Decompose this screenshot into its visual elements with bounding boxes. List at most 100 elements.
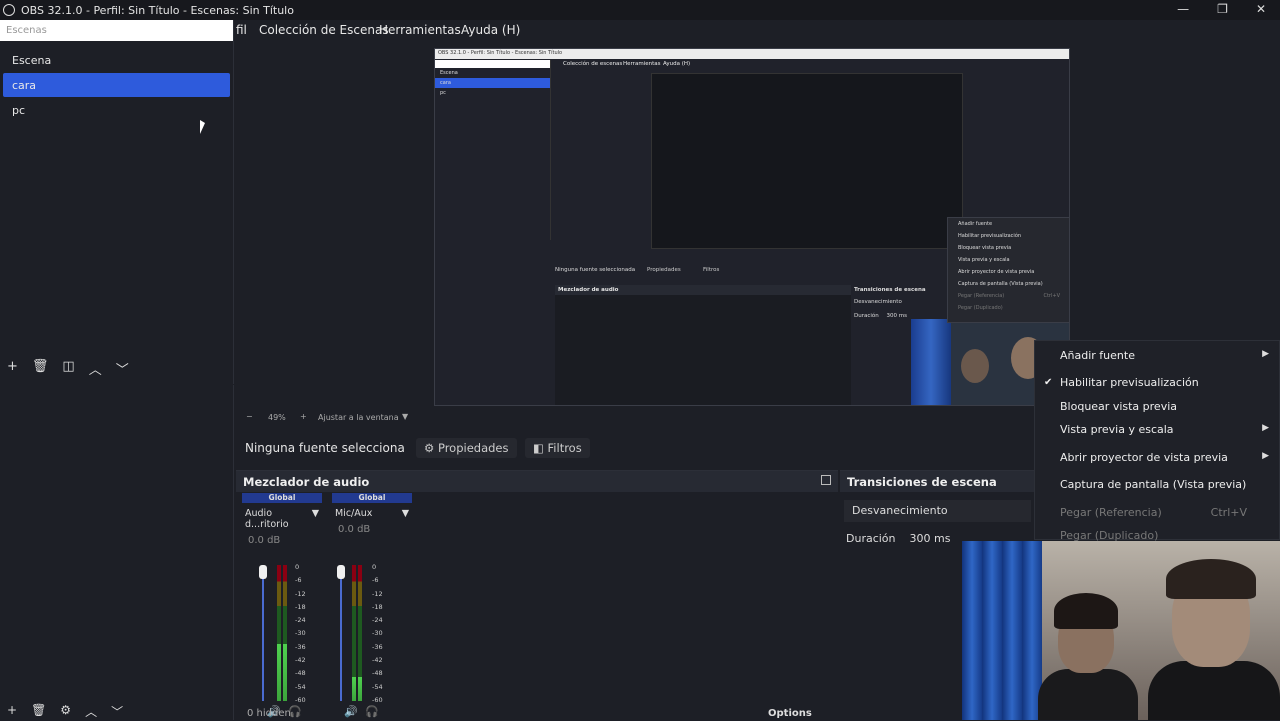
source-up-icon[interactable]: ︿ xyxy=(85,703,97,720)
zoom-fit-select[interactable]: Ajustar a la ventana xyxy=(318,413,399,422)
meter-scale-tick: -42 xyxy=(372,656,383,665)
checkmark-icon: ✔ xyxy=(1044,377,1053,388)
nested-menu-collection: Colección de escenas xyxy=(563,61,623,67)
menu-enable-preview[interactable]: Habilitar previsualización xyxy=(1060,376,1269,389)
menu-paste-reference[interactable]: Pegar (Referencia) Ctrl+V xyxy=(1060,506,1269,519)
source-toolbar-bar: Ninguna fuente selecciona ⚙ Propiedades … xyxy=(236,432,1036,464)
volume-slider[interactable] xyxy=(262,565,264,701)
nested-scene-cara: cara xyxy=(435,78,550,88)
duration-input[interactable]: 300 ms xyxy=(910,532,951,545)
obs-logo-icon xyxy=(3,4,15,16)
zoom-in-icon[interactable]: + xyxy=(300,412,307,421)
transitions-title: Transiciones de escena xyxy=(840,471,1035,492)
shortcut-label: Ctrl+V xyxy=(1210,506,1247,519)
mouse-cursor xyxy=(200,120,205,134)
source-down-icon[interactable]: ﹀ xyxy=(111,703,123,720)
nested-menu-tools: Herramientas xyxy=(623,61,661,67)
audio-mixer-dock: Mezclador de audio Global Audio d...rito… xyxy=(236,470,838,720)
preview-status-row: − 49% + Ajustar a la ventana ▼ xyxy=(236,410,1036,426)
source-settings-icon[interactable]: ⚙ xyxy=(60,703,71,720)
nested-menu-item: Abrir proyector de vista previa xyxy=(958,269,1035,275)
meter-scale-tick: -18 xyxy=(372,602,383,611)
nested-menu-item: Vista previa y escala xyxy=(958,257,1010,263)
preview-canvas[interactable]: OBS 32.1.0 - Perfil: Sin Título - Escena… xyxy=(434,48,1070,406)
volume-slider[interactable] xyxy=(340,565,342,701)
zoom-out-icon[interactable]: − xyxy=(246,412,253,421)
nested-menu-item: Bloquear vista previa xyxy=(958,245,1012,251)
global-badge: Global xyxy=(332,493,412,503)
volume-slider-handle[interactable] xyxy=(259,565,267,579)
meter-scale-tick: -12 xyxy=(295,589,306,598)
meter-scale: 0 -6 -12 -18 -24 -30 -36 -42 -48 -54 -60 xyxy=(372,561,383,707)
remove-source-icon[interactable]: 🗑 xyxy=(31,703,46,720)
meter-scale-tick: 0 xyxy=(295,563,300,571)
window-controls: — ❐ ✕ xyxy=(1177,2,1266,16)
meter-scale: 0 -6 -12 -18 -24 -30 -36 -42 -48 -54 -60 xyxy=(295,561,306,707)
maximize-icon[interactable]: ❐ xyxy=(1217,2,1228,16)
menu-preview-scaling[interactable]: Vista previa y escala ▶ xyxy=(1060,423,1269,436)
remove-scene-icon[interactable]: 🗑 xyxy=(32,359,49,378)
filter-icon: ◧ xyxy=(533,441,548,455)
menu-add-source[interactable]: Añadir fuente ▶ xyxy=(1060,349,1269,362)
add-source-icon[interactable]: + xyxy=(7,703,17,720)
options-button[interactable]: Options xyxy=(768,708,812,719)
scene-item-pc[interactable]: pc xyxy=(3,98,230,122)
nested-scene-pc: pc xyxy=(440,90,446,96)
minimize-icon[interactable]: — xyxy=(1177,2,1189,16)
move-up-icon[interactable]: ︿ xyxy=(89,359,102,378)
nested-filters: Filtros xyxy=(703,267,720,273)
mixer-title: Mezclador de audio xyxy=(236,471,838,492)
menu-screenshot-preview[interactable]: Captura de pantalla (Vista previa) xyxy=(1060,478,1269,491)
zoom-level: 49% xyxy=(268,413,286,422)
move-down-icon[interactable]: ﹀ xyxy=(116,359,129,378)
nested-preview-inner xyxy=(651,73,963,249)
properties-button[interactable]: ⚙ Propiedades xyxy=(416,438,517,458)
menu-lock-preview[interactable]: Bloquear vista previa xyxy=(1060,400,1269,413)
chevron-right-icon: ▶ xyxy=(1262,423,1269,433)
filters-button[interactable]: ◧ Filtros xyxy=(525,438,590,458)
transition-select[interactable]: Desvanecimiento xyxy=(844,500,1031,522)
channel-db: 0.0 dB xyxy=(248,535,281,546)
meter-scale-tick: -54 xyxy=(372,682,383,691)
chevron-down-icon[interactable]: ▼ xyxy=(312,508,319,530)
menu-open-preview-projector[interactable]: Abrir proyector de vista previa ▶ xyxy=(1060,451,1269,464)
popout-icon[interactable] xyxy=(821,475,831,485)
mixer-bottom-bar: 0 hidden Options xyxy=(236,708,838,720)
meter-scale-tick: -54 xyxy=(295,682,306,691)
chevron-right-icon: ▶ xyxy=(1262,349,1269,359)
nested-menu-item: Captura de pantalla (Vista previa) xyxy=(958,281,1043,287)
close-icon[interactable]: ✕ xyxy=(1256,2,1266,16)
meter-scale-tick: -24 xyxy=(295,616,306,625)
nested-context-menu: Añadir fuente Habilitar previsualización… xyxy=(947,217,1069,323)
volume-slider-handle[interactable] xyxy=(337,565,345,579)
nested-scenes: Escena cara pc xyxy=(435,60,551,240)
scene-filters-icon[interactable]: ◫ xyxy=(62,359,74,378)
scene-item-cara[interactable]: cara xyxy=(3,73,230,97)
chevron-down-icon[interactable]: ▼ xyxy=(402,412,408,421)
meter-scale-tick: -36 xyxy=(372,642,383,651)
nested-properties: Propiedades xyxy=(647,267,681,273)
chevron-down-icon[interactable]: ▼ xyxy=(402,508,409,519)
source-toolbar: + 🗑 ⚙ ︿ ﹀ xyxy=(7,703,123,720)
scene-item-escena[interactable]: Escena xyxy=(3,48,230,72)
meter-scale-tick: -48 xyxy=(295,669,306,678)
meter-scale-tick: -30 xyxy=(372,629,383,638)
menu-paste-duplicate[interactable]: Pegar (Duplicado) xyxy=(1060,529,1269,542)
window-title: OBS 32.1.0 - Perfil: Sin Título - Escena… xyxy=(21,3,294,17)
scene-filter-input[interactable]: Escenas xyxy=(0,20,233,41)
channel-name: Audio d...ritorio xyxy=(245,508,289,530)
add-scene-icon[interactable]: + xyxy=(7,359,18,378)
meter-scale-tick: -42 xyxy=(295,656,306,665)
meter-scale-tick: -6 xyxy=(295,576,302,585)
preview-context-menu: Añadir fuente ▶ ✔ Habilitar previsualizac… xyxy=(1034,340,1280,542)
meter-scale-tick: -18 xyxy=(295,602,306,611)
title-bar: OBS 32.1.0 - Perfil: Sin Título - Escena… xyxy=(0,0,1280,20)
global-badge: Global xyxy=(242,493,322,503)
menu-item-help[interactable]: Ayuda (H) xyxy=(461,23,520,37)
menu-item-tools[interactable]: Herramientas xyxy=(379,23,461,37)
duration-label: Duración xyxy=(846,532,896,545)
menu-item-scene-collection[interactable]: Colección de Escenas xyxy=(259,23,389,37)
menu-item-profile[interactable]: fil xyxy=(236,23,247,37)
gear-icon: ⚙ xyxy=(424,441,438,455)
meter-scale-tick: -48 xyxy=(372,669,383,678)
